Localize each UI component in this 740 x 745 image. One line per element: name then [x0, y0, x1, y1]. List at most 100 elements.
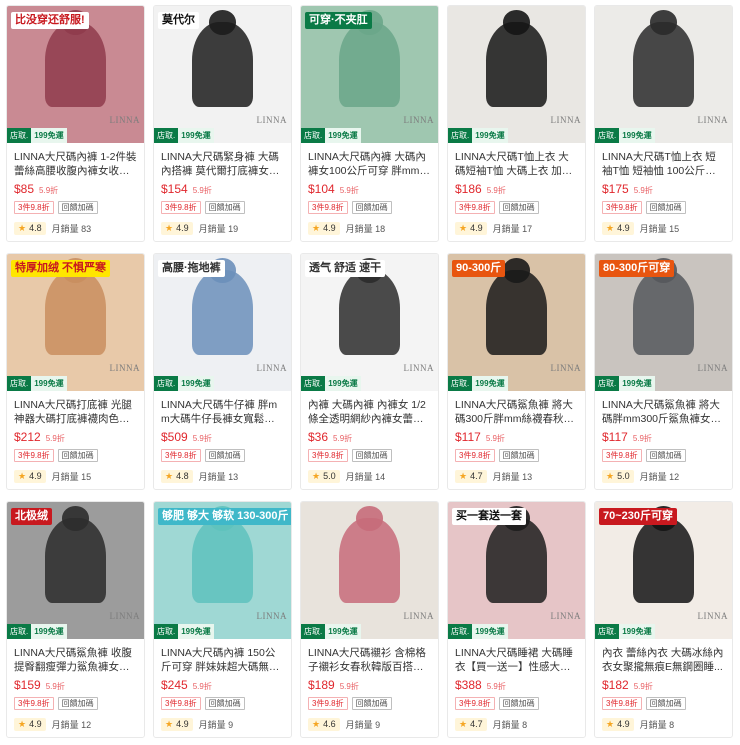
product-title[interactable]: LINNA大尺碼襯衫 含棉格子襯衫女春秋韓版百搭上衣... — [308, 646, 431, 674]
rating-value: 5.0 — [323, 471, 336, 481]
shop-badge-prefix: 店取. — [595, 128, 620, 143]
product-title[interactable]: LINNA大尺碼內褲 大碼內褲女100公斤可穿 胖mm夏季... — [308, 150, 431, 178]
product-card[interactable]: 高腰·拖地裤 LINNA 店取. 199免運 LINNA大尺碼牛仔褲 胖mm大碼… — [153, 253, 292, 490]
product-card[interactable]: LINNA 店取. 199免運 LINNA大尺碼T恤上衣 大碼短袖T恤 大碼上衣… — [447, 5, 586, 242]
product-card[interactable]: LINNA 店取. 199免運 LINNA大尺碼襯衫 含棉格子襯衫女春秋韓版百搭… — [300, 501, 439, 738]
shop-badge-prefix: 店取. — [448, 624, 473, 639]
rating-value: 4.8 — [176, 471, 189, 481]
discount-label: 5.9折 — [192, 434, 212, 443]
product-title[interactable]: LINNA大尺碼鯊魚褲 將大碼300斤胖mm絲襪春秋薄款... — [455, 398, 578, 426]
product-card[interactable]: 莫代尔 LINNA 店取. 199免運 LINNA大尺碼緊身褲 大碼內搭褲 莫代… — [153, 5, 292, 242]
promo-label: 70~230斤可穿 — [599, 508, 678, 525]
product-image[interactable]: LINNA 店取. 199免運 — [448, 6, 585, 143]
monthly-sales: 月銷量 17 — [493, 222, 533, 235]
rating-value: 4.9 — [617, 223, 630, 233]
product-image[interactable]: 可穿·不夹肛 LINNA 店取. 199免運 — [301, 6, 438, 143]
sold-label: 月銷量 — [492, 223, 520, 234]
promo-tag: 3件9.8折 — [455, 697, 495, 710]
shop-badge-suffix: 199免運 — [472, 624, 508, 639]
product-image[interactable]: 北极绒 LINNA 店取. 199免運 — [7, 502, 144, 639]
rating-value: 4.9 — [176, 223, 189, 233]
shop-badge-suffix: 199免運 — [178, 376, 214, 391]
product-title[interactable]: LINNA大尺碼鯊魚褲 收腹提臀翻瘦彈力鯊魚褲女春夏... — [14, 646, 137, 674]
discount-label: 5.9折 — [192, 682, 212, 691]
product-card[interactable]: 够肥 够大 够软 130-300斤 LINNA 店取. 199免運 LINNA大… — [153, 501, 292, 738]
promo-label: 90-300斤 — [452, 260, 506, 277]
product-title[interactable]: LINNA大尺碼牛仔褲 胖mm大碼牛仔長褲女寬鬆顯高... — [161, 398, 284, 426]
product-card[interactable]: 特厚加绒 不惧严寒 LINNA 店取. 199免運 LINNA大尺碼打底褲 光腿… — [6, 253, 145, 490]
product-image[interactable]: 80-300斤可穿 LINNA 店取. 199免運 — [595, 254, 732, 391]
product-title[interactable]: LINNA大尺碼內褲 1-2件裝 蕾絲高腰收腹內褲女收小肚... — [14, 150, 137, 178]
product-card[interactable]: 90-300斤 LINNA 店取. 199免運 LINNA大尺碼鯊魚褲 將大碼3… — [447, 253, 586, 490]
product-price: $104 — [308, 182, 335, 196]
product-card[interactable]: 比没穿还舒服! LINNA 店取. 199免運 LINNA大尺碼內褲 1-2件裝… — [6, 5, 145, 242]
reward-tag: 回饋加碼 — [645, 449, 686, 462]
brand-watermark: LINNA — [550, 611, 581, 621]
product-image[interactable]: 90-300斤 LINNA 店取. 199免運 — [448, 254, 585, 391]
rating-value: 4.9 — [176, 719, 189, 729]
reward-tag: 回饋加碼 — [204, 449, 245, 462]
shop-badge-suffix: 199免運 — [178, 624, 214, 639]
product-title[interactable]: LINNA大尺碼睡裙 大碼睡衣【買一送一】性感大碼網... — [455, 646, 578, 674]
garment-shape — [486, 22, 547, 108]
sold-count: 12 — [81, 719, 92, 730]
product-title[interactable]: LINNA大尺碼打底褲 光腿神器大碼打底褲襪肉色不規則... — [14, 398, 137, 426]
monthly-sales: 月銷量 19 — [199, 222, 239, 235]
product-image[interactable]: LINNA 店取. 199免運 — [595, 6, 732, 143]
garment-shape — [339, 518, 400, 604]
product-image[interactable]: 70~230斤可穿 LINNA 店取. 199免運 — [595, 502, 732, 639]
garment-shape — [633, 518, 694, 604]
monthly-sales: 月銷量 8 — [640, 718, 675, 731]
reward-tag: 回饋加碼 — [57, 697, 98, 710]
monthly-sales: 月銷量 13 — [199, 470, 239, 483]
product-title[interactable]: 內衣 蕾絲內衣 大碼冰絲內衣女聚攏無痕E無鋼圈睡... — [602, 646, 725, 674]
promo-tag: 3件9.8折 — [455, 201, 495, 214]
product-card[interactable]: LINNA 店取. 199免運 LINNA大尺碼T恤上衣 短袖T恤 短袖恤 10… — [594, 5, 733, 242]
shop-badge-suffix: 199免運 — [619, 128, 655, 143]
promo-label: 特厚加绒 不惧严寒 — [11, 260, 111, 277]
product-image[interactable]: 透气 舒适 速干 LINNA 店取. 199免運 — [301, 254, 438, 391]
rating-value: 4.7 — [470, 471, 483, 481]
promo-tag: 3件9.8折 — [455, 449, 495, 462]
product-title[interactable]: 內褲 大碼內褲 內褲女 1/2條全透明網紗內褲女蕾絲超... — [308, 398, 431, 426]
product-title[interactable]: LINNA大尺碼T恤上衣 大碼短袖T恤 大碼上衣 加大短袖... — [455, 150, 578, 178]
sold-label: 月銷量 — [639, 223, 667, 234]
product-image[interactable]: 高腰·拖地裤 LINNA 店取. 199免運 — [154, 254, 291, 391]
shop-badge: 店取. 199免運 — [154, 128, 214, 143]
shop-badge: 店取. 199免運 — [301, 624, 361, 639]
product-image[interactable]: 比没穿还舒服! LINNA 店取. 199免運 — [7, 6, 144, 143]
product-card[interactable]: 可穿·不夹肛 LINNA 店取. 199免運 LINNA大尺碼內褲 大碼內褲女1… — [300, 5, 439, 242]
product-title[interactable]: LINNA大尺碼T恤上衣 短袖T恤 短袖恤 100公斤將大碼寬... — [602, 150, 725, 178]
product-card[interactable]: 透气 舒适 速干 LINNA 店取. 199免運 內褲 大碼內褲 內褲女 1/2… — [300, 253, 439, 490]
shop-badge: 店取. 199免運 — [448, 624, 508, 639]
shop-badge-prefix: 店取. — [301, 376, 326, 391]
product-image[interactable]: 够肥 够大 够软 130-300斤 LINNA 店取. 199免運 — [154, 502, 291, 639]
product-image[interactable]: LINNA 店取. 199免運 — [301, 502, 438, 639]
brand-watermark: LINNA — [109, 363, 140, 373]
product-title[interactable]: LINNA大尺碼內褲 150公斤可穿 胖妹妹超大碼無痕莫... — [161, 646, 284, 674]
shop-badge-prefix: 店取. — [7, 624, 32, 639]
product-card[interactable]: 70~230斤可穿 LINNA 店取. 199免運 內衣 蕾絲內衣 大碼冰絲內衣… — [594, 501, 733, 738]
shop-badge-prefix: 店取. — [595, 624, 620, 639]
shop-badge-suffix: 199免運 — [472, 128, 508, 143]
garment-shape — [192, 22, 253, 108]
discount-label: 5.9折 — [339, 186, 359, 195]
product-image[interactable]: 特厚加绒 不惧严寒 LINNA 店取. 199免運 — [7, 254, 144, 391]
brand-watermark: LINNA — [256, 363, 287, 373]
shop-badge-prefix: 店取. — [301, 624, 326, 639]
product-card[interactable]: 买一套送一套 LINNA 店取. 199免運 LINNA大尺碼睡裙 大碼睡衣【買… — [447, 501, 586, 738]
product-image[interactable]: 莫代尔 LINNA 店取. 199免運 — [154, 6, 291, 143]
star-icon: ★ — [165, 718, 174, 729]
product-title[interactable]: LINNA大尺碼緊身褲 大碼內搭褲 莫代爾打底褲女新款夏... — [161, 150, 284, 178]
product-title[interactable]: LINNA大尺碼鯊魚褲 將大碼胖mm300斤鯊魚褲女外穿... — [602, 398, 725, 426]
garment-shape — [633, 22, 694, 108]
shop-badge: 店取. 199免運 — [7, 376, 67, 391]
rating-value: 4.9 — [470, 223, 483, 233]
rating-value: 4.8 — [29, 223, 42, 233]
product-card[interactable]: 80-300斤可穿 LINNA 店取. 199免運 LINNA大尺碼鯊魚褲 將大… — [594, 253, 733, 490]
product-image[interactable]: 买一套送一套 LINNA 店取. 199免運 — [448, 502, 585, 639]
model-head-shape — [649, 10, 678, 35]
rating-badge: ★ 4.9 — [161, 221, 193, 235]
product-card[interactable]: 北极绒 LINNA 店取. 199免運 LINNA大尺碼鯊魚褲 收腹提臀翻瘦彈力… — [6, 501, 145, 738]
garment-shape — [45, 518, 106, 604]
